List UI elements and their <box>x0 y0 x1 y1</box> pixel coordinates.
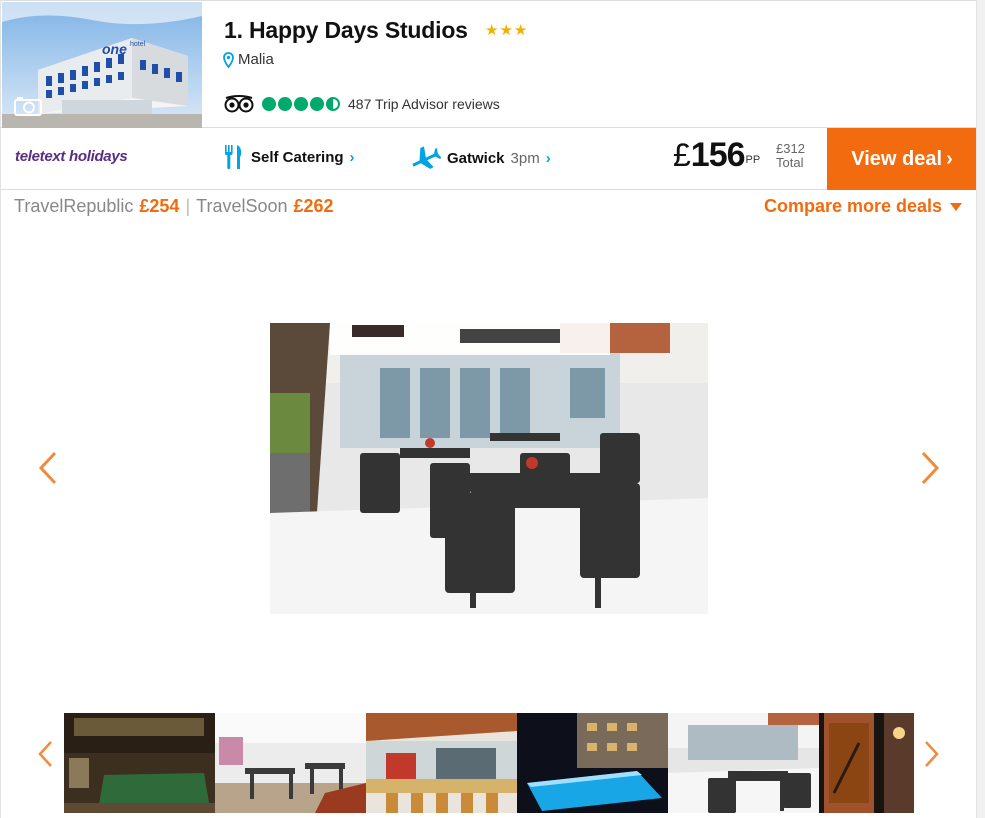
review-count[interactable]: 487 Trip Advisor reviews <box>348 96 500 112</box>
plane-icon <box>412 146 441 169</box>
map-pin-icon <box>223 51 234 68</box>
svg-text:hotel: hotel <box>130 41 146 48</box>
divider: | <box>185 196 191 216</box>
other-deals: TravelRepublic £254 | TravelSoon £262 <box>14 196 334 217</box>
other-deal-price[interactable]: £254 <box>139 196 179 217</box>
star-rating: ★★★ <box>485 22 529 39</box>
gallery-main-photo[interactable] <box>270 323 708 614</box>
location-label: Malia <box>238 51 274 68</box>
rating-bubbles <box>262 97 340 111</box>
location[interactable]: Malia <box>223 51 274 68</box>
price-pp-label: PP <box>745 154 761 166</box>
gallery-thumbnail[interactable] <box>366 713 517 813</box>
board-type[interactable]: Self Catering › <box>223 145 355 169</box>
other-deal-provider[interactable]: TravelRepublic <box>14 196 133 217</box>
thumbnails-next-chevron-right-icon[interactable] <box>924 740 940 768</box>
tripadvisor-rating[interactable]: 487 Trip Advisor reviews <box>224 95 500 113</box>
hotel-card: one hotel 1. Happy Days Studios ★★★ Mali… <box>0 0 977 818</box>
price-amount: 156 <box>690 136 746 174</box>
total-price: £312 <box>776 141 805 156</box>
thumbnail-strip <box>64 713 914 813</box>
gallery-thumbnail[interactable] <box>517 713 668 813</box>
hotel-main-thumbnail[interactable]: one hotel <box>2 2 202 128</box>
chevron-right-icon: › <box>545 149 551 167</box>
compare-more-deals-link[interactable]: Compare more deals <box>764 196 963 217</box>
thumbnails-prev-chevron-left-icon[interactable] <box>37 740 53 768</box>
gallery-thumbnail[interactable] <box>819 713 914 813</box>
hotel-header: one hotel 1. Happy Days Studios ★★★ Mali… <box>1 0 977 128</box>
provider-logo: teletext holidays <box>15 148 128 165</box>
gallery-prev-chevron-left-icon[interactable] <box>38 451 58 485</box>
svg-text:one: one <box>102 41 127 57</box>
compare-label: Compare more deals <box>764 196 943 216</box>
tripadvisor-owl-icon <box>224 95 254 113</box>
scrollbar[interactable] <box>976 0 985 818</box>
rating-bubble <box>262 97 276 111</box>
price-total: £312 Total <box>776 142 805 170</box>
gallery-thumbnail[interactable] <box>215 713 366 813</box>
view-deal-button[interactable]: View deal › <box>827 128 977 190</box>
caret-down-icon <box>950 202 963 211</box>
departure-airport: Gatwick <box>447 149 505 167</box>
rating-bubble <box>278 97 292 111</box>
total-label: Total <box>776 155 804 170</box>
chevron-right-icon: › <box>946 147 953 170</box>
flight-info[interactable]: Gatwick 3pm › <box>409 145 551 171</box>
rating-bubble <box>294 97 308 111</box>
chevron-right-icon: › <box>349 148 355 166</box>
price-currency: £ <box>673 137 691 173</box>
cutlery-icon <box>225 145 242 169</box>
other-deal-price[interactable]: £262 <box>294 196 334 217</box>
gallery-thumbnail[interactable] <box>668 713 819 813</box>
view-deal-label: View deal <box>851 147 943 170</box>
other-deal-provider[interactable]: TravelSoon <box>196 196 287 217</box>
board-label: Self Catering <box>251 148 344 166</box>
gallery-next-chevron-right-icon[interactable] <box>920 451 940 485</box>
rating-bubble <box>310 97 324 111</box>
hotel-title[interactable]: 1. Happy Days Studios <box>224 17 468 44</box>
departure-time: 3pm <box>510 149 540 167</box>
rating-bubble <box>326 97 340 111</box>
deal-row: teletext holidays Self Catering › Gatwic… <box>1 128 977 190</box>
price-per-person: £ 156 PP <box>673 134 760 176</box>
camera-icon <box>14 97 42 116</box>
gallery-thumbnail[interactable] <box>64 713 215 813</box>
